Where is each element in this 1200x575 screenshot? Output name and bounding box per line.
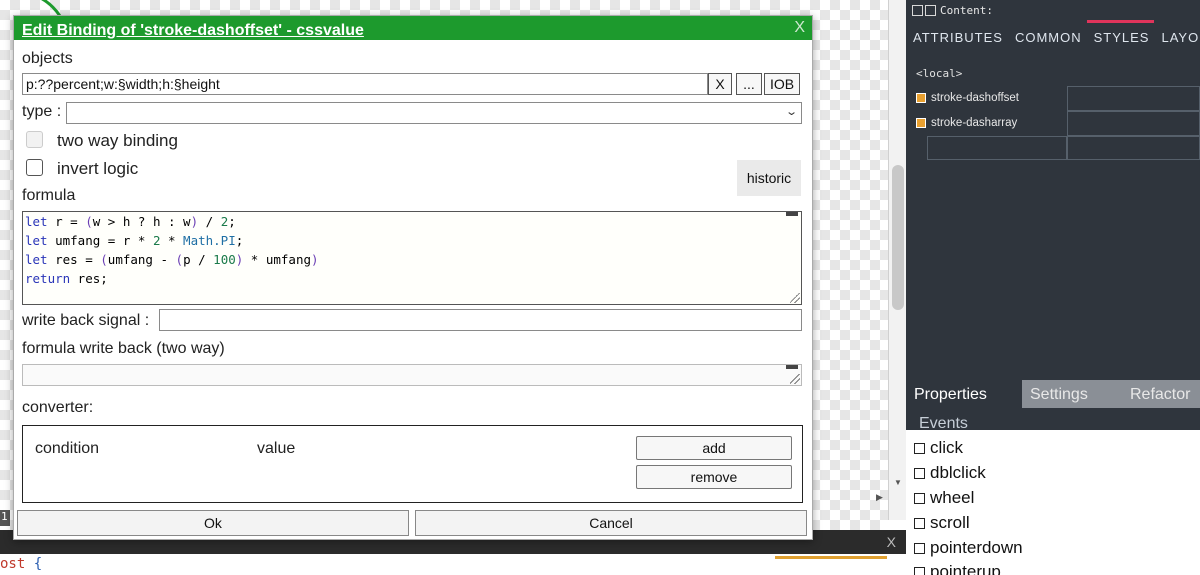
formula-label: formula — [22, 187, 76, 204]
dialog-titlebar[interactable]: Edit Binding of 'stroke-dashoffset' - cs… — [14, 16, 812, 40]
event-label: pointerup — [930, 562, 1001, 575]
clear-objects-button[interactable]: X — [708, 73, 732, 95]
tab-styles[interactable]: STYLES — [1086, 20, 1155, 54]
cancel-button[interactable]: Cancel — [415, 510, 807, 536]
event-item-click[interactable]: click — [914, 436, 963, 460]
style-marker-icon — [916, 118, 926, 128]
code-highlight-marker — [775, 556, 887, 559]
canvas-vertical-scrollbar[interactable]: ▼ — [888, 0, 906, 520]
formula-line: return res; — [25, 271, 108, 286]
scroll-right-arrow-icon[interactable]: ▶ — [876, 492, 883, 503]
tab-refactor[interactable]: Refactor — [1122, 380, 1200, 408]
style-value-cell[interactable] — [1067, 86, 1200, 111]
event-checkbox[interactable] — [914, 492, 925, 504]
close-icon[interactable]: X — [794, 19, 805, 37]
browse-objects-button[interactable]: ... — [736, 73, 762, 95]
scroll-down-arrow-icon[interactable]: ▼ — [894, 478, 902, 487]
event-item-dblclick[interactable]: dblclick — [914, 461, 986, 485]
code-editor-strip — [0, 554, 906, 575]
bottom-panel-tabs: Properties Settings Refactor — [906, 380, 1200, 408]
formula-line: let res = (umfang - (p / 100) * umfang) — [25, 252, 319, 267]
content-header: Content: — [912, 1, 993, 19]
iob-button[interactable]: IOB — [764, 73, 800, 95]
style-row[interactable]: stroke-dashoffset — [916, 87, 1073, 109]
objects-input[interactable]: p:??percent;w:§width;h:§height — [22, 73, 708, 95]
two-way-binding-label: two way binding — [57, 131, 178, 150]
event-checkbox[interactable] — [914, 442, 925, 454]
invert-logic-checkbox[interactable] — [26, 159, 43, 176]
type-label: type : — [22, 103, 62, 120]
formula-write-back-label: formula write back (two way) — [22, 340, 225, 357]
event-checkbox[interactable] — [914, 517, 925, 529]
content-checkbox-2[interactable] — [925, 4, 936, 16]
content-label: Content: — [940, 3, 993, 17]
formula-write-back-editor[interactable] — [22, 364, 802, 386]
event-label: dblclick — [930, 463, 986, 482]
type-select[interactable]: ⌄ — [66, 102, 802, 124]
tab-layout[interactable]: LAYO < — [1154, 20, 1200, 54]
code-text: ost — [0, 556, 26, 572]
panel-tabs: ATTRIBUTES COMMON STYLES LAYO < — [906, 20, 1200, 54]
resize-grip-icon[interactable] — [790, 293, 800, 303]
scrollbar-thumb[interactable] — [892, 165, 904, 310]
write-back-signal-input[interactable] — [159, 309, 802, 331]
tab-layout-label: LAYO — [1161, 30, 1200, 45]
event-item-scroll[interactable]: scroll — [914, 511, 970, 535]
code-line: ost { — [0, 556, 42, 572]
style-marker-icon — [916, 93, 926, 103]
event-label: click — [930, 438, 964, 457]
write-back-signal-label: write back signal : — [22, 312, 150, 329]
property-panel: Content: ATTRIBUTES COMMON STYLES LAYO <… — [906, 0, 1200, 410]
add-converter-button[interactable]: add — [636, 436, 792, 460]
new-style-name-cell[interactable] — [927, 136, 1067, 160]
tab-properties[interactable]: Properties — [906, 380, 1022, 408]
code-brace: { — [33, 556, 43, 572]
events-panel: Events click dblclick wheel scroll point… — [906, 408, 1200, 575]
event-checkbox[interactable] — [914, 467, 925, 479]
event-checkbox[interactable] — [914, 542, 925, 554]
condition-header: condition — [35, 440, 100, 457]
historic-button[interactable]: historic — [737, 160, 801, 196]
chevron-down-icon: ⌄ — [784, 106, 798, 118]
style-name: stroke-dasharray — [931, 117, 1018, 129]
event-label: scroll — [930, 513, 970, 532]
formula-line: let umfang = r * 2 * Math.PI; — [25, 233, 244, 248]
formula-editor[interactable]: let r = (w > h ? h : w) / 2; let umfang … — [22, 211, 802, 305]
remove-converter-button[interactable]: remove — [636, 465, 792, 489]
invert-logic-label: invert logic — [57, 159, 139, 178]
tab-common[interactable]: COMMON — [1008, 20, 1087, 54]
resize-grip-icon[interactable] — [790, 374, 800, 384]
value-header: value — [257, 440, 296, 457]
event-label: wheel — [930, 488, 975, 507]
editor-close-icon[interactable]: X — [887, 534, 896, 550]
content-checkbox[interactable] — [912, 4, 923, 16]
event-item-wheel[interactable]: wheel — [914, 486, 974, 510]
objects-label: objects — [22, 50, 73, 67]
ok-button[interactable]: Ok — [17, 510, 409, 536]
two-way-binding-checkbox[interactable] — [26, 131, 43, 148]
events-title: Events — [919, 415, 968, 432]
events-header: Events — [906, 408, 1200, 432]
new-style-value-cell[interactable] — [1067, 136, 1200, 160]
style-value-cell[interactable] — [1067, 111, 1200, 136]
style-row[interactable]: stroke-dasharray — [916, 112, 1073, 134]
local-styles-label: <local> — [916, 67, 963, 80]
line-number: 1 — [0, 510, 10, 526]
event-label: pointerdown — [930, 538, 1023, 557]
event-item-pointerup[interactable]: pointerup — [914, 560, 1001, 575]
converter-label: converter: — [22, 399, 94, 416]
formula-line: let r = (w > h ? h : w) / 2; — [25, 214, 236, 229]
editor-scroll-notch — [786, 365, 798, 369]
event-checkbox[interactable] — [914, 566, 925, 575]
style-name: stroke-dashoffset — [931, 92, 1020, 104]
dialog-title: Edit Binding of 'stroke-dashoffset' - cs… — [22, 22, 364, 39]
edit-binding-dialog: Edit Binding of 'stroke-dashoffset' - cs… — [13, 15, 813, 540]
event-item-pointerdown[interactable]: pointerdown — [914, 536, 1023, 560]
tab-attributes[interactable]: ATTRIBUTES — [906, 20, 1008, 54]
editor-scroll-notch — [786, 212, 798, 216]
converter-table: condition value add remove — [22, 425, 803, 503]
tab-settings[interactable]: Settings — [1022, 380, 1122, 408]
